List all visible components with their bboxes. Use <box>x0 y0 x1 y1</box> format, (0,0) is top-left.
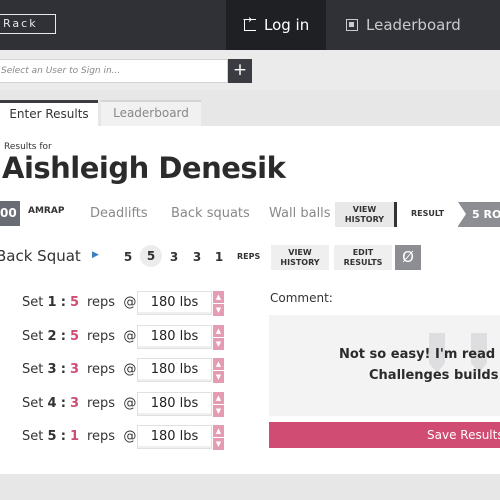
nav-login-label: Log in <box>264 16 310 34</box>
nav-leaderboard-button[interactable]: Leaderboard <box>346 0 500 50</box>
set-weight-input[interactable]: 180 lbs <box>137 325 212 349</box>
weight-stepper[interactable]: ▲ ▼ <box>213 392 224 417</box>
add-user-button[interactable]: + <box>228 59 252 83</box>
weight-stepper[interactable]: ▲ ▼ <box>213 291 224 316</box>
stepper-down-icon[interactable]: ▼ <box>213 371 224 383</box>
edit-results-line2: RESULTS <box>343 258 383 267</box>
stepper-up-icon[interactable]: ▲ <box>213 425 224 437</box>
stepper-down-icon[interactable]: ▼ <box>213 304 224 316</box>
wod-view-history-line2: HISTORY <box>344 215 385 224</box>
set-reps-at: reps @ <box>87 329 137 344</box>
stepper-up-icon[interactable]: ▲ <box>213 291 224 303</box>
weight-stepper[interactable]: ▲ ▼ <box>213 358 224 383</box>
comment-label: Comment: <box>270 291 333 305</box>
set-weight-input[interactable]: 180 lbs <box>137 392 212 416</box>
set-weight-input[interactable]: 180 lbs <box>137 291 212 315</box>
stepper-up-icon[interactable]: ▲ <box>213 392 224 404</box>
edit-results-line1: EDIT <box>352 248 374 257</box>
rep-scheme-item-selected[interactable]: 5 <box>140 245 162 267</box>
set-reps-at: reps @ <box>87 396 137 411</box>
result-value-badge: 5 RO <box>458 202 500 227</box>
set-row-label: Set 2 : 5 <box>22 329 80 344</box>
rep-scheme-item[interactable]: 3 <box>165 250 183 264</box>
weight-stepper[interactable]: ▲ ▼ <box>213 425 224 450</box>
comment-textarea[interactable]: Not so easy! I'm read Challenges builds <box>269 315 500 416</box>
movement-back-squats: Back squats <box>171 206 250 221</box>
exercise-view-history-button[interactable]: VIEW HISTORY <box>271 245 329 270</box>
tab-leaderboard[interactable]: Leaderboard <box>101 100 201 126</box>
stepper-down-icon[interactable]: ▼ <box>213 438 224 450</box>
rep-scheme-item[interactable]: 3 <box>188 250 206 264</box>
reps-label: REPS <box>237 252 261 261</box>
exercise-name: Back Squat <box>0 247 81 265</box>
top-navbar: Rack Log in Leaderboard <box>0 0 500 50</box>
set-row-label: Set 1 : 5 <box>22 295 80 310</box>
athlete-name: Aishleigh Denesik <box>2 151 286 185</box>
movement-deadlifts: Deadlifts <box>90 206 148 221</box>
expand-arrow-icon[interactable]: ▶ <box>92 250 99 260</box>
exercise-view-history-line1: VIEW <box>288 248 312 257</box>
nav-leaderboard-label: Leaderboard <box>366 16 461 34</box>
stepper-down-icon[interactable]: ▼ <box>213 338 224 350</box>
exercise-view-history-line2: HISTORY <box>280 258 320 267</box>
user-select-input[interactable]: Select an User to Sign in... <box>0 59 228 83</box>
clear-results-button[interactable]: Ø <box>395 245 421 270</box>
comment-text-line1: Not so easy! I'm read <box>339 347 496 362</box>
save-results-button[interactable]: Save Results <box>269 422 500 448</box>
app-logo[interactable]: Rack <box>0 14 56 34</box>
weight-stepper[interactable]: ▲ ▼ <box>213 325 224 350</box>
rep-scheme-item[interactable]: 5 <box>119 250 137 264</box>
set-row-label: Set 4 : 3 <box>22 396 80 411</box>
set-reps-at: reps @ <box>87 362 137 377</box>
stepper-down-icon[interactable]: ▼ <box>213 405 224 417</box>
stepper-up-icon[interactable]: ▲ <box>213 358 224 370</box>
set-row-label: Set 5 : 1 <box>22 429 80 444</box>
wod-view-history-button[interactable]: VIEW HISTORY <box>335 202 397 227</box>
stepper-up-icon[interactable]: ▲ <box>213 325 224 337</box>
set-reps-at: reps @ <box>87 295 137 310</box>
set-reps-at: reps @ <box>87 429 137 444</box>
set-weight-input[interactable]: 180 lbs <box>137 358 212 382</box>
wod-view-history-line1: VIEW <box>352 205 377 214</box>
wod-type: AMRAP <box>28 206 65 216</box>
tab-enter-results[interactable]: Enter Results <box>0 100 98 126</box>
rep-scheme-item[interactable]: 1 <box>210 250 228 264</box>
result-label: RESULT <box>411 209 445 218</box>
login-icon <box>243 13 256 31</box>
comment-text-line2: Challenges builds <box>369 368 499 383</box>
nav-login-button[interactable]: Log in <box>226 0 326 50</box>
wod-score-badge: 00 <box>0 201 20 226</box>
set-row-label: Set 3 : 3 <box>22 362 80 377</box>
movement-wall-balls: Wall balls <box>269 206 331 221</box>
edit-results-button[interactable]: EDIT RESULTS <box>334 245 392 270</box>
leaderboard-icon <box>346 19 358 31</box>
set-weight-input[interactable]: 180 lbs <box>137 425 212 449</box>
